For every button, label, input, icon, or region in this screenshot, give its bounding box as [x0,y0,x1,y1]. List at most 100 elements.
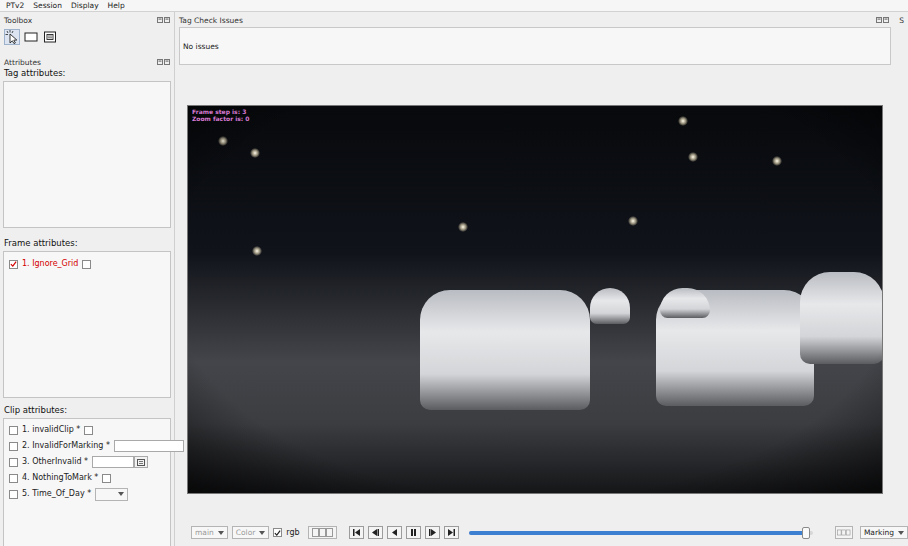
clip-attribute-row: 2. InvalidForMarking * [4,438,170,454]
layout-button[interactable] [308,526,338,539]
attribute-label: 4. NothingToMark * [22,473,98,483]
dropdown-arrow-icon [118,492,124,496]
dropdown-arrow-icon [218,531,224,535]
checkbox[interactable] [273,528,282,537]
last-button[interactable] [444,526,459,539]
app-window: PTv2 Session Display Help Toolbox Attributes… [0,0,908,546]
menu-bar: PTv2 Session Display Help [0,0,908,12]
pause-icon [409,528,418,537]
tool-button[interactable] [4,29,20,45]
play-back-button[interactable] [387,526,402,539]
dropdown-control [95,488,128,501]
list-icon [137,459,145,466]
step-forward-icon [428,528,437,537]
picker-button[interactable] [134,456,148,468]
pause-button[interactable] [406,526,421,539]
dock-buttons-icon[interactable] [157,17,170,24]
layout-icon [312,528,334,537]
dock-buttons-icon[interactable] [157,59,170,66]
step-forward-button[interactable] [425,526,440,539]
toolbox-header: Toolbox [0,14,174,26]
step-back-button[interactable] [368,526,383,539]
menu-item[interactable]: Session [33,1,62,10]
checkbox-control [84,426,93,435]
rgb-label: rgb [286,528,299,538]
right-panel: Tag Check Issues S No issues Frame step is:… [175,12,908,546]
lens-vignette [188,106,882,493]
clip-attributes-label: Clip attributes: [0,405,174,416]
text-field[interactable] [114,440,184,452]
dropdown-arrow-icon [898,531,904,535]
pointer-icon [5,30,19,44]
text-control [114,440,184,452]
checkbox[interactable] [82,260,91,269]
player-controls: main Color rgb Marking [191,524,908,541]
attributes-header: Attributes [0,56,174,68]
checkbox[interactable] [9,474,18,483]
checkbox[interactable] [9,490,18,499]
clip-attribute-row: 5. Time_Of_Day * [4,486,170,502]
dock-buttons-icon[interactable] [876,17,889,24]
checkbox[interactable] [9,426,18,435]
overlay-line: Zoom factor is: 0 [192,116,249,123]
checkbox[interactable] [102,474,111,483]
checkbox[interactable] [9,260,18,269]
step-back-icon [371,528,380,537]
attributes-title: Attributes [4,58,41,67]
frame-attributes-box: 1. Ignore_Grid [3,251,171,398]
video-frame[interactable]: Frame step is: 3Zoom factor is: 0 [187,105,883,494]
view-dropdown-text: main [195,528,214,537]
attribute-label: 1. invalidClip * [22,425,80,435]
color-dropdown[interactable]: Color [232,526,270,539]
timeline-fill [469,531,806,535]
overlay-line: Frame step is: 3 [192,109,249,116]
picker-control [92,456,148,468]
clip-attribute-row: 3. OtherInvalid * [4,454,170,470]
timeline-handle[interactable] [802,527,810,539]
main-area: Toolbox AttributesTag attributes: Frame at… [0,12,908,546]
video-overlay: Frame step is: 3Zoom factor is: 0 [192,109,249,123]
view-dropdown[interactable]: main [191,526,228,539]
tag-attributes-label: Tag attributes: [0,68,174,79]
first-button[interactable] [349,526,364,539]
toolbox-title: Toolbox [4,16,32,25]
attribute-label: 5. Time_Of_Day * [22,489,91,499]
menu-item[interactable]: Display [71,1,99,10]
tag-check-title: Tag Check Issues [179,16,876,25]
checkbox[interactable] [9,442,18,451]
clip-attribute-row: 1. invalidClip * [4,422,170,438]
tool-button[interactable] [42,29,58,45]
checkbox[interactable] [9,458,18,467]
layout-button[interactable] [835,526,853,539]
attribute-label: 1. Ignore_Grid [22,259,78,269]
menu-item[interactable]: PTv2 [6,1,24,10]
clip-attribute-row: 4. NothingToMark * [4,470,170,486]
side-dock-title: S [899,16,904,25]
menu-item[interactable]: Help [108,1,125,10]
last-icon [447,528,456,537]
tag-attributes-box [3,81,171,228]
mode-dropdown[interactable]: Marking [860,526,908,539]
color-dropdown-text: Color [236,528,256,537]
mode-dropdown-text: Marking [864,528,894,537]
rgb-toggle[interactable]: rgb [273,528,299,538]
delete-icon [43,30,57,44]
clip-attributes-box: 1. invalidClip * 2. InvalidForMarking * 3.… [3,418,171,546]
frame-attributes-label: Frame attributes: [0,238,174,249]
tool-row [0,26,174,48]
first-icon [352,528,361,537]
play-back-icon [390,528,399,537]
dropdown[interactable] [95,488,128,501]
checkbox-control [102,474,111,483]
tag-check-issues: No issues [179,27,891,65]
attribute-label: 3. OtherInvalid * [22,457,88,467]
checkbox[interactable] [84,426,93,435]
layout-icon [837,528,851,537]
text-field[interactable] [92,456,134,468]
tag-check-header: Tag Check Issues S [175,14,908,26]
timeline-slider[interactable] [469,531,813,535]
attribute-label: 2. InvalidForMarking * [22,441,110,451]
dropdown-arrow-icon [259,531,265,535]
tool-button[interactable] [23,29,39,45]
frame-attribute-row: 1. Ignore_Grid [4,256,170,272]
